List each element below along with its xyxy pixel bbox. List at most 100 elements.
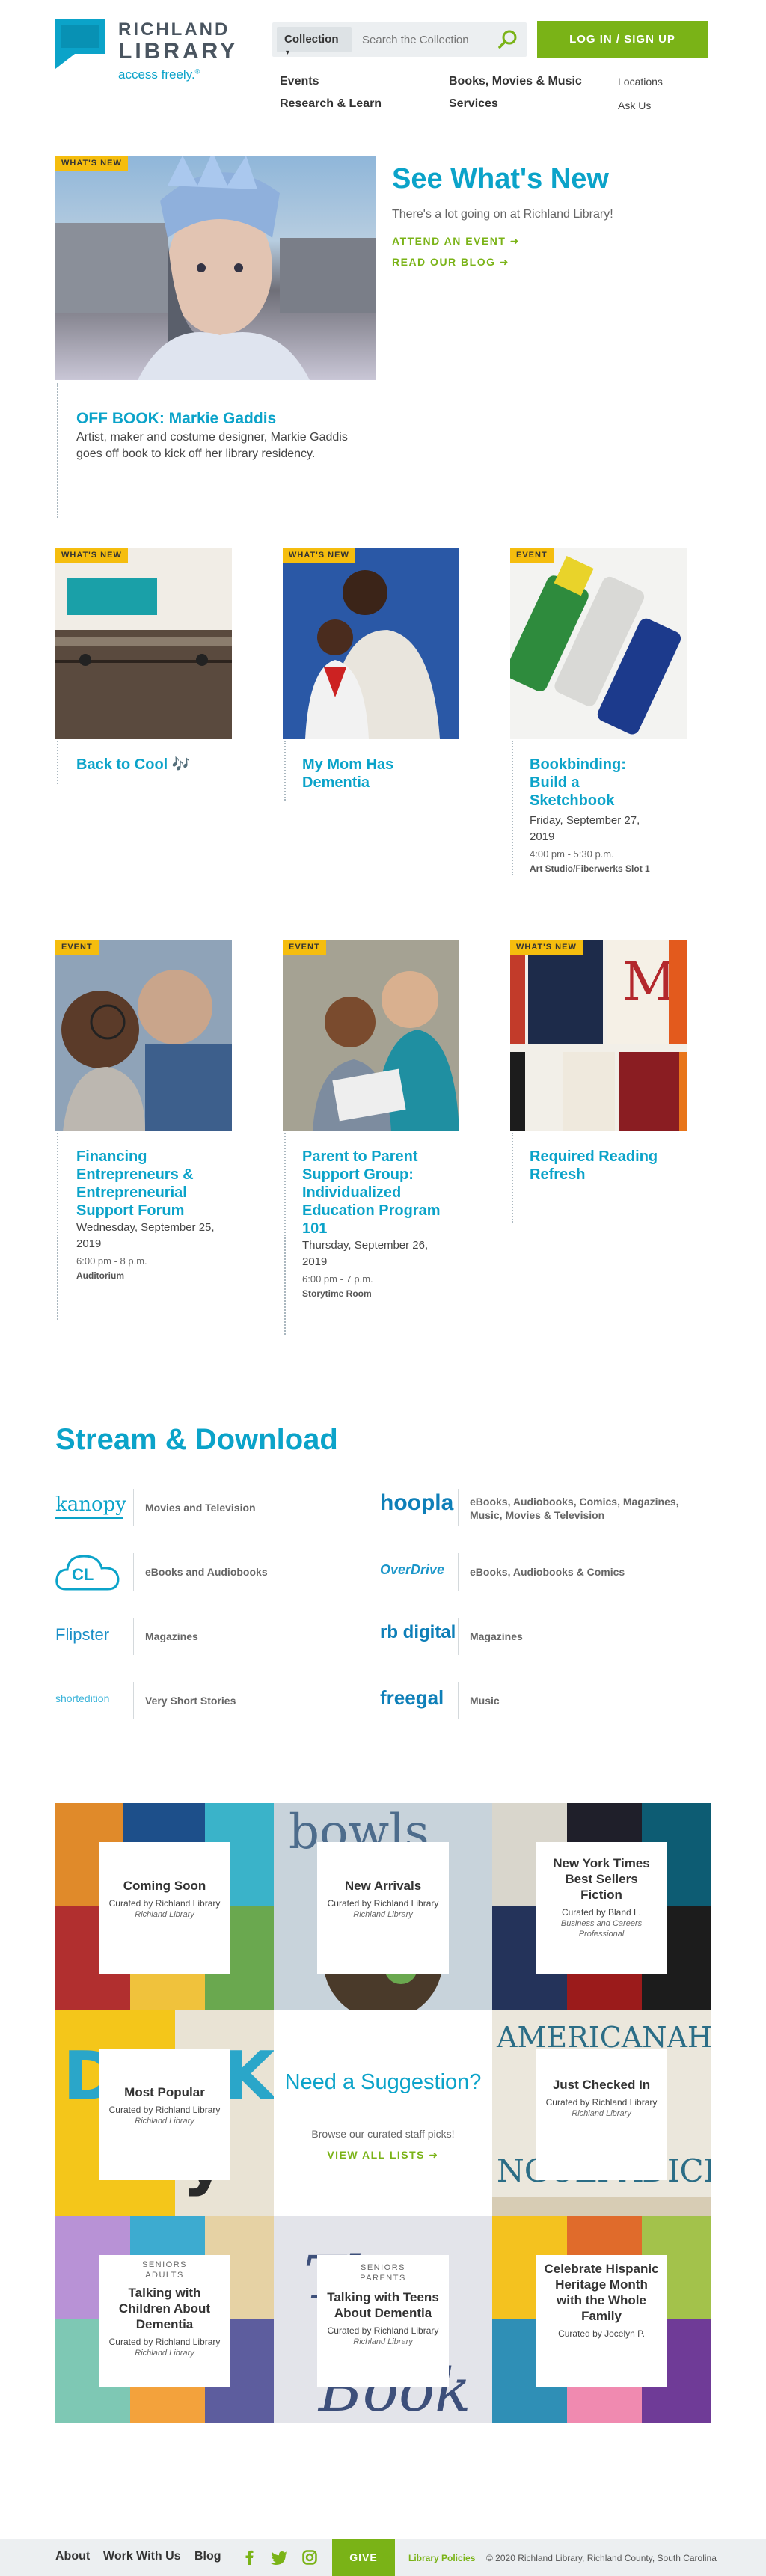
list-curator: Curated by Bland L. [561,1907,642,1918]
suggestion-description: Browse our curated staff picks! [311,2128,455,2140]
kanopy-logo[interactable]: kanopy [55,1493,126,1516]
book-covers-illustration: M [510,940,687,1131]
event-tag: EVENT [55,940,99,955]
freegal-description: Music [470,1695,500,1707]
overdrive-logo[interactable]: OverDrive [380,1562,444,1578]
card-image-required-reading[interactable]: M WHAT'S NEW [510,940,687,1131]
divider [133,1489,134,1526]
card-image-bookbinding[interactable]: EVENT [510,548,687,739]
card-room-financing: Auditorium [76,1270,124,1281]
list-card: Coming Soon Curated by Richland Library … [99,1842,230,1974]
footer-library-policies-link[interactable]: Library Policies [408,2553,475,2563]
nav-events[interactable]: Events [280,75,319,88]
cl-logo[interactable]: CL [55,1552,120,1594]
list-curator: Curated by Richland Library [327,1898,439,1909]
hero-feature-title[interactable]: OFF BOOK: Markie Gaddis [76,410,276,428]
search-scope-select[interactable]: Collection ▾ [277,27,352,57]
kanopy-underline [55,1517,123,1519]
list-curator-role: Richland Library [572,2109,631,2118]
list-tile-talking-teens[interactable]: Tha Book SENIORS PARENTS Talking with Te… [274,2216,492,2423]
list-card: New Arrivals Curated by Richland Library… [317,1842,449,1974]
card-title-parent-support[interactable]: Parent to Parent Support Group: Individu… [302,1148,444,1237]
suggestion-heading: Need a Suggestion? [284,2070,482,2094]
list-tile-nyt-best-sellers[interactable]: New York Times Best Sellers Fiction Cura… [492,1803,711,2010]
whats-new-tag: WHAT'S NEW [510,940,583,955]
search-input[interactable] [356,27,488,52]
shortedition-logo[interactable]: shortedition [55,1692,109,1704]
list-tile-hispanic-heritage[interactable]: Celebrate Hispanic Heritage Month with t… [492,2216,711,2423]
list-tile-most-popular[interactable]: DUCK y Most Popular Curated by Richland … [55,2010,274,2216]
whats-new-heading: See What's New [392,163,609,195]
list-tile-talking-children[interactable]: SENIORS ADULTS Talking with Children Abo… [55,2216,274,2423]
chevron-down-icon: ▾ [286,49,290,57]
flipster-description: Magazines [145,1630,198,1642]
list-curator: Curated by Richland Library [108,2337,221,2347]
facebook-icon[interactable] [244,2550,254,2565]
card-image-parent-support[interactable]: EVENT [283,940,459,1131]
list-title: New Arrivals [344,1879,422,1893]
nav-books-movies-music[interactable]: Books, Movies & Music [449,75,582,88]
list-title: Celebrate Hispanic Heritage Month with t… [544,2262,659,2323]
paint-tubes-illustration [510,548,687,739]
card-image-mom-dementia[interactable]: WHAT'S NEW [283,548,459,739]
event-tag: EVENT [283,940,326,955]
list-tile-coming-soon[interactable]: Coming Soon Curated by Richland Library … [55,1803,274,2010]
nav-ask-us[interactable]: Ask Us [618,100,651,111]
freegal-logo[interactable]: freegal [380,1686,444,1710]
svg-text:M: M [622,951,676,1012]
card-title-mom-dementia[interactable]: My Mom Has Dementia [302,756,444,792]
logo-text-richland: RICHLAND [118,19,230,40]
hoopla-description: eBooks, Audiobooks, Comics, Magazines, M… [470,1496,679,1521]
list-title: New York Times Best Sellers Fiction [553,1856,650,1902]
footer-about-link[interactable]: About [55,2550,90,2563]
list-curator: Curated by Richland Library [545,2097,658,2108]
view-all-lists-link[interactable]: VIEW ALL LISTS ➜ [274,2149,492,2162]
divider [458,1682,459,1719]
list-audience: ADULTS [145,2271,184,2280]
card-title-back-to-cool[interactable]: Back to Cool 🎶 [76,756,218,774]
nav-locations[interactable]: Locations [618,76,663,88]
card-title-bookbinding[interactable]: Bookbinding: Build a Sketchbook [530,756,642,810]
list-card: Celebrate Hispanic Heritage Month with t… [536,2255,667,2387]
card-title-financing[interactable]: Financing Entrepreneurs & Entrepreneuria… [76,1148,218,1220]
search-icon[interactable] [497,28,519,51]
arrow-right-icon: ➜ [499,256,510,268]
divider [458,1489,459,1526]
list-tile-just-checked-in[interactable]: AMERICANAH NGOZI ADICHIE Just Checked In… [492,2010,711,2216]
costume-portrait-illustration [55,156,376,380]
hoopla-logo[interactable]: hoopla [380,1490,453,1516]
twitter-icon[interactable] [271,2551,287,2565]
list-audience: SENIORS [141,2260,187,2269]
card-image-back-to-cool[interactable]: WHAT'S NEW [55,548,232,739]
rbdigital-logo[interactable]: rb digital [380,1622,456,1643]
nav-research-learn[interactable]: Research & Learn [280,97,382,111]
list-curator-role: Richland Library [135,2117,194,2126]
card-title-required-reading[interactable]: Required Reading Refresh [530,1148,679,1184]
arrow-right-icon: ➜ [509,235,521,247]
login-signup-button[interactable]: LOG IN / SIGN UP [537,21,708,58]
list-title: Talking with Children About Dementia [118,2286,211,2331]
divider [133,1618,134,1655]
list-curator-role: Richland Library [135,1910,194,1919]
give-button[interactable]: GIVE [332,2539,395,2576]
list-card: Just Checked In Curated by Richland Libr… [536,2049,667,2180]
attend-event-link[interactable]: ATTEND AN EVENT ➜ [392,235,520,248]
list-tile-new-arrivals[interactable]: bowls New Arrivals Curated by Richland L… [274,1803,492,2010]
logo-text-library: LIBRARY [118,39,239,64]
card-time-parent-support: 6:00 pm - 7 p.m. [302,1273,373,1285]
footer-work-with-us-link[interactable]: Work With Us [103,2550,181,2563]
library-logo-mark[interactable] [55,19,105,69]
read-blog-link[interactable]: READ OUR BLOG ➜ [392,256,509,269]
stream-download-heading: Stream & Download [55,1423,338,1456]
card-room-parent-support: Storytime Room [302,1288,372,1299]
flipster-logo[interactable]: Flipster [55,1625,109,1645]
list-card: SENIORS ADULTS Talking with Children Abo… [99,2255,230,2387]
list-title: Talking with Teens About Dementia [327,2290,439,2320]
nav-services[interactable]: Services [449,97,498,111]
footer-blog-link[interactable]: Blog [194,2550,221,2563]
list-title: Just Checked In [552,2078,651,2092]
hero-feature-image[interactable]: WHAT'S NEW [55,156,376,380]
card-image-financing[interactable]: EVENT [55,940,232,1131]
instagram-icon[interactable] [302,2550,317,2565]
footer-copyright: © 2020 Richland Library, Richland County… [486,2553,717,2563]
